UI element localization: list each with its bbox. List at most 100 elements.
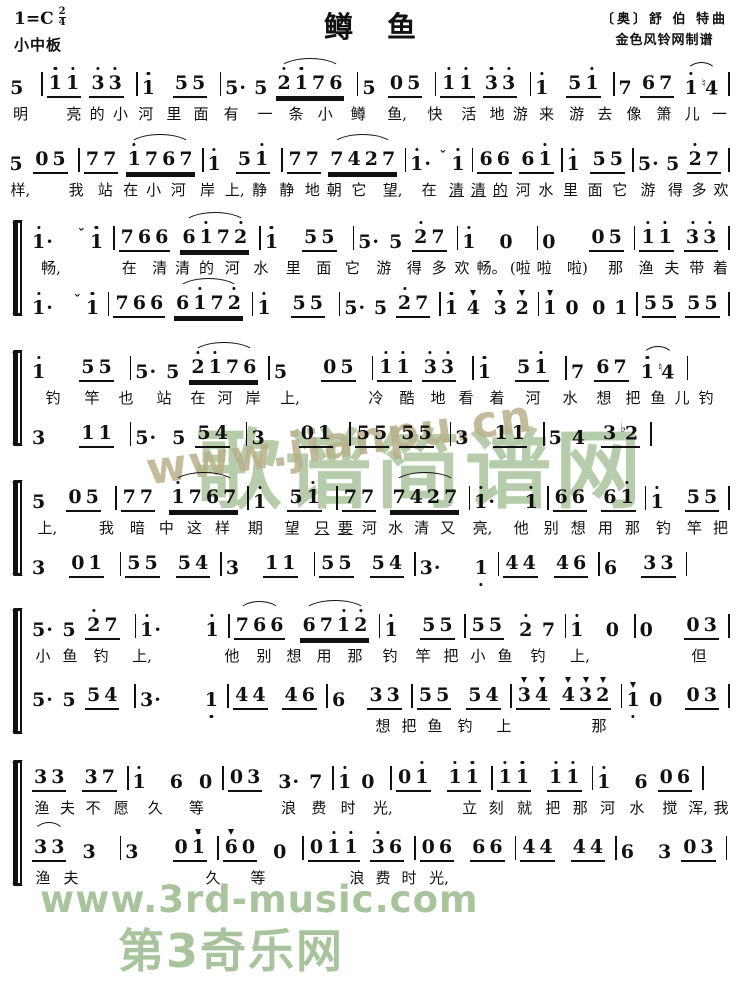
system-7-voice-1-staff: 3 3 3 7 1 6 0 0 3 3· 7 1 0 0 1 1 1 1 1 1… xyxy=(26,758,740,792)
note: 4 xyxy=(466,297,481,319)
note: 4 xyxy=(409,486,423,508)
system-5-voice-2-staff: 3 0 1 5 5 5 4 3 1 1 5 5 5 4 3· 1 4 4 4 6… xyxy=(26,544,740,578)
flat-sign: ♭ xyxy=(620,420,626,435)
note: 3 xyxy=(247,766,261,788)
note: 1 xyxy=(81,422,95,444)
beamed-group: 5 4 xyxy=(85,686,120,710)
note: 6 xyxy=(489,836,503,858)
barline xyxy=(598,552,600,576)
barline xyxy=(378,614,381,638)
beamed-group: 0 5 xyxy=(589,228,624,252)
note: 0 xyxy=(686,684,700,706)
note: 1 xyxy=(415,766,429,788)
note: 3 xyxy=(371,836,385,858)
note: 0 xyxy=(639,619,653,641)
credits-block: 〔奥〕舒 伯 特曲 金色风铃网制谱 xyxy=(601,9,728,52)
system-3: 1· ˇ 1 7 6 6 6 1 7 2 1 5 5 5· 5 2 7 1 0 … xyxy=(0,212,740,319)
beamed-group: 1 1 xyxy=(496,768,532,792)
note: 3 xyxy=(225,557,240,579)
note: 5 xyxy=(418,684,433,706)
note: 7 xyxy=(85,148,100,170)
barline xyxy=(107,292,110,316)
note: 1 xyxy=(171,486,185,508)
note: 1 xyxy=(566,153,580,175)
note: 3 xyxy=(125,841,139,863)
note: 3 xyxy=(603,422,617,444)
beamed-group: 5 5 xyxy=(399,422,434,448)
beamed-group: 5 5 xyxy=(685,294,720,318)
barline xyxy=(134,614,137,638)
beamed-group: 2 7 xyxy=(395,294,431,318)
beamed-group: 7 6 6 xyxy=(113,294,166,318)
beamed-group: 3 3 xyxy=(421,358,457,382)
system-2-voice-1-staff: 5 0 5 7 7 1 7 6 7 1 5 1 7 7 7 4 2 7 1· ˇ… xyxy=(0,134,740,175)
note: 5· xyxy=(135,361,157,383)
note: 5 xyxy=(592,148,606,170)
note: 1· xyxy=(140,619,162,641)
note: 0 xyxy=(229,766,244,788)
note: 3 xyxy=(386,684,400,706)
beamed-group: 4 4 xyxy=(520,836,555,862)
note: 4 xyxy=(535,684,549,706)
system-4: 1 5 5 5· 5 2 1 7 6 5 0 5 1 1 3 3 1 5 1 7… xyxy=(0,342,740,448)
note: 6 xyxy=(603,557,618,579)
barline xyxy=(514,836,517,860)
note: 1 xyxy=(448,766,462,788)
note: 5 xyxy=(418,422,432,444)
beamed-group: 4 6 xyxy=(282,684,317,710)
note: 1 xyxy=(207,153,221,175)
note: 4 xyxy=(522,836,536,858)
note: 1· xyxy=(32,231,53,253)
note: 4 xyxy=(284,684,298,706)
barline xyxy=(686,356,689,380)
barline xyxy=(434,72,437,96)
note: 1 xyxy=(199,226,213,248)
note: ♮4 xyxy=(657,359,675,383)
beamed-group: 3 6 xyxy=(369,836,405,862)
beamed-group: 5 5 xyxy=(354,424,390,448)
note: 6 xyxy=(620,841,634,863)
system-1-voice-1-staff: 5 1 1 3 3 1 5 5 5· 5 2 1 7 6 5 0 5 1 1 3… xyxy=(0,58,740,98)
barline xyxy=(336,486,338,510)
note: 1 xyxy=(379,356,393,378)
note: 7 xyxy=(139,486,154,508)
note: 5 xyxy=(468,684,482,706)
beamed-group: 3 3 xyxy=(32,768,67,792)
beamed-group: 3 4 xyxy=(515,684,551,710)
barline xyxy=(219,72,222,96)
barline xyxy=(113,226,115,250)
note: 6 xyxy=(634,771,648,793)
note: 0 xyxy=(174,836,188,858)
note: 3 xyxy=(657,841,672,863)
note: 5 xyxy=(516,356,531,378)
note: 2 xyxy=(277,72,291,94)
note: 0 xyxy=(592,297,606,319)
note: 0 xyxy=(71,552,85,574)
beamed-slurred-group: 7 4 2 7 xyxy=(390,472,460,512)
beamed-group: 6 6 xyxy=(477,150,512,174)
note: 1 xyxy=(462,231,476,253)
note: 5 xyxy=(643,292,658,314)
note: 5 xyxy=(237,148,252,170)
beamed-group: 3 3 xyxy=(683,228,719,252)
note: 2 xyxy=(426,486,441,508)
barline xyxy=(414,836,416,860)
note: 3· xyxy=(419,557,441,579)
system-2-voice-1-lyrics: 样, 我 站在 小河 岸 上, 静 静地 朝它 望, 在 清清的河水 里 面它 游… xyxy=(10,181,729,199)
note: 4 xyxy=(235,684,249,706)
note: 5 xyxy=(127,552,141,574)
note: 4 xyxy=(485,684,499,706)
slurred-group: 1 ♮4 xyxy=(639,345,677,383)
note: 1 xyxy=(327,836,341,858)
beamed-group: 5 1 xyxy=(287,488,322,512)
beamed-group: 5 5 xyxy=(79,356,114,382)
beamed-group: 5 4 xyxy=(369,554,405,578)
note: 1 xyxy=(650,491,664,513)
system-4-voice-1-staff: 1 5 5 5· 5 2 1 7 6 5 0 5 1 1 3 3 1 5 1 7… xyxy=(26,342,740,383)
note: 5 xyxy=(81,356,95,378)
system-3-voice-2-staff: 1· ˇ 1 7 6 6 6 1 7 2 1 5 5 5· 5 2 7 1 4 … xyxy=(26,278,740,319)
note: 7 xyxy=(101,766,115,788)
note: 7 xyxy=(144,148,159,170)
barline xyxy=(227,684,230,708)
barline xyxy=(510,684,512,708)
